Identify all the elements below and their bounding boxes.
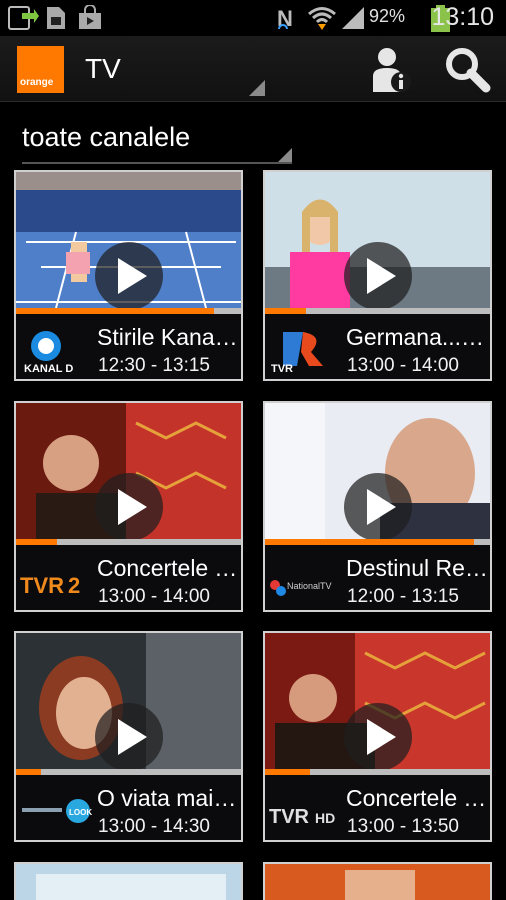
- svg-text:KANAL D: KANAL D: [24, 363, 73, 374]
- logo-text: orange: [20, 77, 54, 88]
- page-title[interactable]: TV: [85, 53, 121, 85]
- program-info: TVR HD Concertele Toamnei 13:00 - 13:50: [265, 775, 490, 840]
- shopping-bag-icon: [79, 5, 101, 29]
- play-button[interactable]: [94, 473, 163, 541]
- svg-text:2: 2: [68, 573, 80, 598]
- program-card[interactable]: KANAL D Stirile Kanal D 12:30 - 13:15: [14, 170, 243, 381]
- program-time: 12:30 - 13:15: [98, 355, 210, 376]
- program-info: KANAL D Stirile Kanal D 12:30 - 13:15: [16, 314, 241, 379]
- svg-text:TVR: TVR: [269, 806, 310, 828]
- search-button[interactable]: [440, 44, 496, 96]
- program-info: TVR Germana...LIVE 13:00 - 14:00: [265, 314, 490, 379]
- svg-text:HD: HD: [315, 810, 335, 826]
- profile-info-button[interactable]: [363, 44, 419, 96]
- channel-filter-dropdown[interactable]: toate canalele: [22, 112, 292, 164]
- svg-text:TVR: TVR: [271, 363, 293, 374]
- svg-text:NationalTV: NationalTV: [287, 581, 332, 591]
- play-icon: [117, 719, 147, 755]
- program-title: Concertele Toamnei: [97, 555, 240, 581]
- wifi-icon: [308, 7, 336, 30]
- play-button[interactable]: [343, 242, 412, 310]
- channel-logo-look: LOOK: [22, 799, 92, 823]
- program-time: 13:00 - 14:00: [98, 586, 210, 607]
- channel-filter-label: toate canalele: [22, 122, 191, 152]
- title-dropdown-indicator[interactable]: [249, 80, 265, 96]
- play-button[interactable]: [94, 703, 163, 771]
- program-thumbnail: [265, 864, 490, 900]
- program-card[interactable]: LOOK O viata mai buna 13:00 - 14:30: [14, 631, 243, 842]
- program-title: O viata mai buna: [97, 785, 240, 811]
- svg-text:LOOK: LOOK: [69, 808, 92, 817]
- play-icon: [366, 258, 396, 294]
- play-button[interactable]: [94, 242, 163, 310]
- orange-logo[interactable]: orange: [17, 46, 64, 93]
- program-title: Destinul Regelui: [346, 555, 489, 581]
- program-title: Stirile Kanal D: [97, 324, 240, 350]
- channel-logo-national-tv: NationalTV: [270, 580, 332, 596]
- program-card[interactable]: TVR 2 Concertele Toamnei 13:00 - 14:00: [14, 401, 243, 612]
- play-button[interactable]: [343, 473, 412, 541]
- search-icon: [446, 48, 491, 93]
- program-card[interactable]: TVR HD Concertele Toamnei 13:00 - 13:50: [263, 631, 492, 842]
- download-icon: [8, 6, 39, 30]
- play-icon: [366, 719, 396, 755]
- battery-percent: 92%: [369, 6, 406, 26]
- program-time: 13:00 - 14:30: [98, 816, 210, 837]
- channel-logo-kanal-d: KANAL D: [24, 331, 73, 374]
- channel-logo-tvr2: TVR 2: [20, 573, 80, 598]
- program-time: 12:00 - 13:15: [347, 586, 459, 607]
- program-thumbnail: [16, 864, 241, 900]
- status-bar: N 92% 13:10: [0, 0, 506, 36]
- program-time: 13:00 - 13:50: [347, 816, 459, 837]
- program-time: 13:00 - 14:00: [347, 355, 459, 376]
- program-info: LOOK O viata mai buna 13:00 - 14:30: [16, 775, 241, 840]
- channel-logo-tvr: TVR: [271, 332, 323, 374]
- dropdown-indicator: [278, 148, 292, 162]
- program-card[interactable]: TVR Germana...LIVE 13:00 - 14:00: [263, 170, 492, 381]
- play-icon: [366, 489, 396, 525]
- play-button[interactable]: [343, 703, 412, 771]
- program-info: TVR 2 Concertele Toamnei 13:00 - 14:00: [16, 545, 241, 610]
- signal-icon: [342, 7, 364, 29]
- play-icon: [117, 258, 147, 294]
- program-card[interactable]: NationalTV Destinul Regelui 12:00 - 13:1…: [263, 401, 492, 612]
- program-info: NationalTV Destinul Regelui 12:00 - 13:1…: [265, 545, 490, 610]
- clock: 13:10: [431, 3, 494, 31]
- storage-icon: [47, 7, 65, 29]
- program-title: Germana...LIVE: [346, 324, 489, 350]
- play-icon: [117, 489, 147, 525]
- nfc-icon: N: [277, 6, 293, 31]
- program-card-partial[interactable]: [14, 862, 243, 900]
- svg-text:TVR: TVR: [20, 573, 64, 598]
- profile-info-icon: [373, 48, 411, 92]
- channel-logo-tvr-hd: TVR HD: [269, 806, 335, 828]
- program-title: Concertele Toamnei: [346, 785, 489, 811]
- program-card-partial[interactable]: [263, 862, 492, 900]
